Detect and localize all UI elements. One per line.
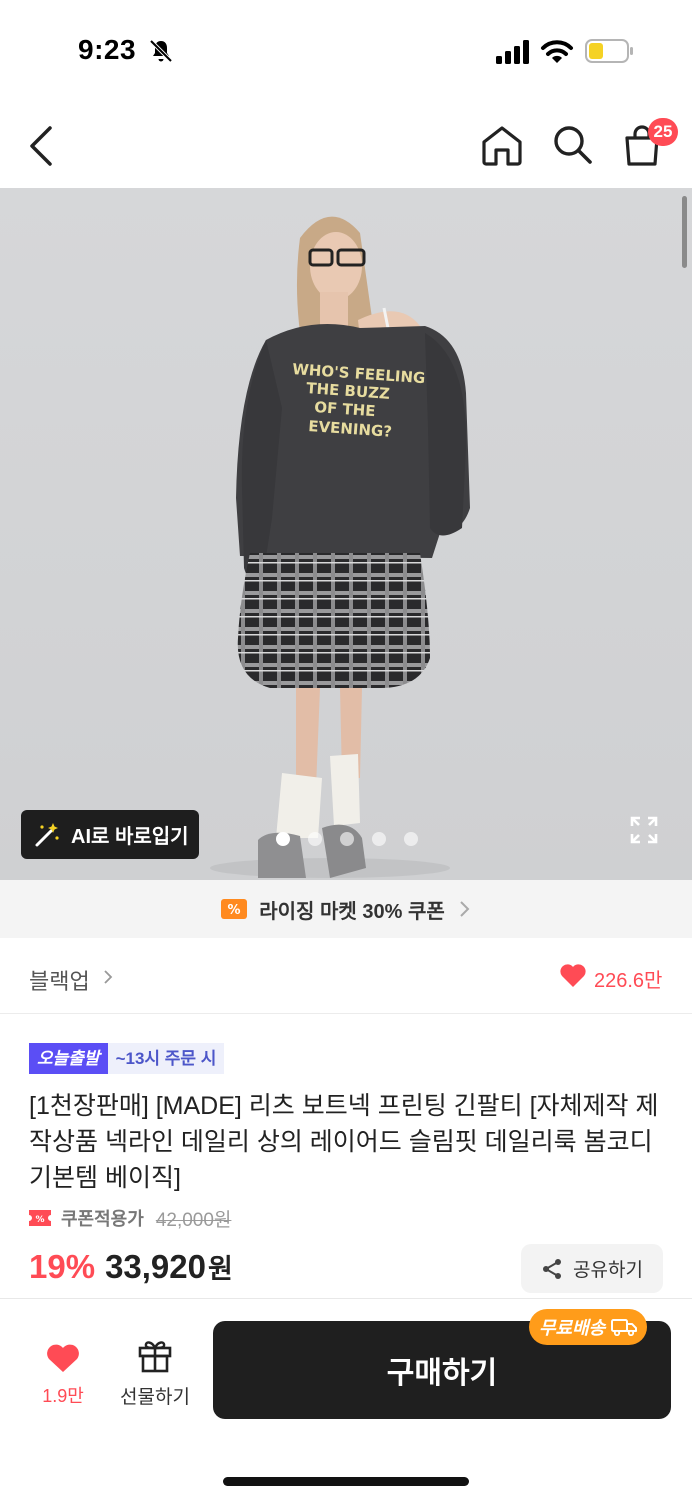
brand-row: 블랙업 226.6만 xyxy=(0,938,692,1014)
carousel-dot[interactable] xyxy=(372,832,386,846)
price-row: 19% 33,920 원 xyxy=(29,1247,233,1291)
brand-like-count: 226.6만 xyxy=(594,970,663,992)
chevron-right-icon xyxy=(460,901,470,917)
carousel-dot[interactable] xyxy=(308,832,322,846)
magic-wand-icon xyxy=(35,822,59,846)
ai-try-on-button[interactable]: AI로 바로입기 xyxy=(21,810,199,859)
original-price: 42,000원 xyxy=(155,1209,232,1231)
product-image-carousel[interactable]: WHO'S FEELING THE BUZZ OF THE EVENING? xyxy=(0,188,692,880)
share-icon xyxy=(543,1258,562,1279)
product-title: [1천장판매] [MADE] 리츠 보트넥 프린팅 긴팔티 [자체제작 제작상품… xyxy=(29,1092,659,1192)
top-nav-bar xyxy=(0,100,692,188)
wishlist-count: 1.9만 xyxy=(42,1386,84,1406)
gift-icon[interactable] xyxy=(136,1336,174,1374)
back-arrow-icon[interactable] xyxy=(26,124,58,168)
coupon-price-line: % 쿠폰적용가 42,000원 xyxy=(29,1205,231,1231)
ai-try-on-label: AI로 바로입기 xyxy=(71,826,189,848)
coupon-banner-text: 라이징 마켓 30% 쿠폰 xyxy=(259,900,445,923)
share-label: 공유하기 xyxy=(573,1260,643,1281)
expand-fullscreen-icon[interactable] xyxy=(628,814,660,846)
cart-count-badge: 25 xyxy=(648,118,678,146)
product-photo: WHO'S FEELING THE BUZZ OF THE EVENING? xyxy=(210,216,470,878)
wifi-icon xyxy=(541,40,573,63)
carousel-dots xyxy=(276,832,418,846)
carousel-dot[interactable] xyxy=(276,832,290,846)
coupon-price-label: 쿠폰적용가 xyxy=(61,1209,144,1229)
order-cutoff-tag: ~13시 주문 시 xyxy=(107,1043,225,1074)
page-scrollbar[interactable] xyxy=(682,196,687,268)
carousel-dot[interactable] xyxy=(404,832,418,846)
coupon-ticket-icon: % xyxy=(29,1210,51,1226)
bell-muted-icon xyxy=(149,39,173,63)
today-shipping-tag: 오늘출발 xyxy=(29,1043,108,1074)
chevron-right-icon[interactable] xyxy=(102,968,114,986)
free-shipping-badge: 무료배송 xyxy=(529,1309,648,1345)
share-button[interactable]: 공유하기 xyxy=(521,1244,663,1293)
discount-rate: 19% xyxy=(29,1248,96,1285)
search-icon[interactable] xyxy=(550,122,594,166)
status-bar: 9:23 xyxy=(0,0,692,100)
sale-price: 33,920 xyxy=(105,1248,206,1285)
carousel-dot[interactable] xyxy=(340,832,354,846)
battery-low-icon xyxy=(585,39,633,63)
svg-text:%: % xyxy=(35,1215,44,1225)
delivery-tag-row: 오늘출발 ~13시 주문 시 xyxy=(29,1043,225,1074)
percent-coupon-icon: % xyxy=(221,899,248,919)
status-time: 9:23 xyxy=(78,34,137,65)
home-icon[interactable] xyxy=(480,124,524,166)
brand-name-link[interactable]: 블랙업 xyxy=(29,964,90,996)
heart-icon[interactable] xyxy=(559,962,587,988)
gift-label[interactable]: 선물하기 xyxy=(112,1382,198,1409)
free-shipping-label: 무료배송 xyxy=(539,1318,606,1338)
home-indicator[interactable] xyxy=(223,1477,469,1486)
wishlist-heart-icon[interactable] xyxy=(45,1342,81,1374)
svg-text:%: % xyxy=(228,903,241,918)
delivery-truck-icon xyxy=(611,1319,638,1336)
currency-unit: 원 xyxy=(208,1254,233,1284)
cellular-signal-icon xyxy=(496,40,529,64)
coupon-banner[interactable]: % 라이징 마켓 30% 쿠폰 xyxy=(0,880,692,938)
